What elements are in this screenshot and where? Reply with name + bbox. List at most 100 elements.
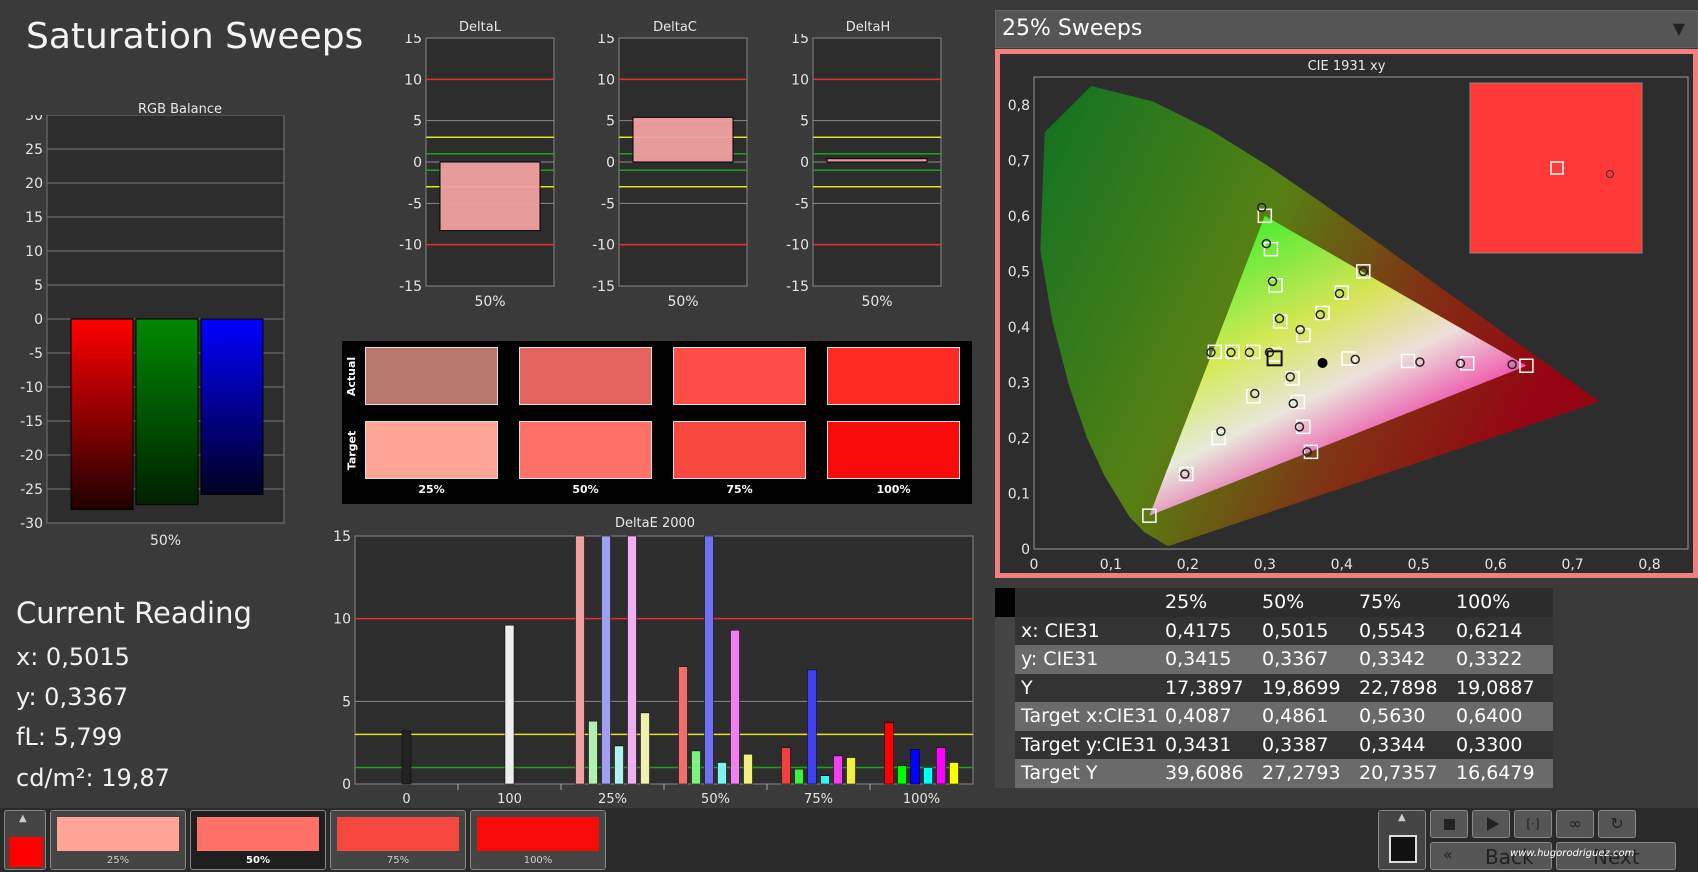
x-tick-label: 0,8: [1638, 557, 1660, 573]
y-tick-label: 10: [597, 72, 615, 88]
y-tick-label: -5: [408, 196, 422, 212]
sweep-dropdown[interactable]: 25% Sweeps ▼: [995, 10, 1698, 48]
x-tick-label: 50%: [861, 294, 892, 310]
y-tick-label: -10: [592, 238, 615, 254]
row-marker: [995, 730, 1015, 759]
table-cell: 0,3342: [1359, 648, 1426, 671]
infinity-icon: ∞: [1568, 814, 1582, 833]
delta-bar: [439, 161, 541, 232]
x-tick-label: 50%: [667, 294, 698, 310]
table-cell: 0,3300: [1456, 733, 1523, 756]
table-body: x: CIE31 0,4175 0,5015 0,5543 0,6214 y: CIE31…: [995, 616, 1553, 788]
actual-swatch: [673, 347, 806, 405]
thumbnail-swatch: [477, 817, 599, 851]
watermark: www.hugorodriguez.com: [1510, 848, 1635, 859]
y-tick-label: 0: [342, 777, 351, 793]
chevron-up-icon: ▲: [19, 813, 27, 824]
table-cell: 0,5015: [1262, 619, 1329, 642]
deltae-bar: [627, 535, 637, 785]
refresh-icon: ↻: [1610, 814, 1624, 833]
y-tick-label: 0,7: [1008, 153, 1030, 169]
y-tick-label: 0: [413, 155, 422, 171]
deltae-bar: [884, 722, 894, 785]
y-tick-label: -5: [601, 196, 615, 212]
stop-button[interactable]: [1430, 810, 1468, 838]
rgb-bar: [135, 318, 199, 506]
table-header: 75%: [1359, 591, 1402, 614]
table-cell: 0,5543: [1359, 619, 1426, 642]
thumbnail-label: 50%: [246, 855, 270, 866]
table-row: y: CIE31 0,3415 0,3367 0,3342 0,3322: [995, 645, 1553, 674]
deltae-bar: [640, 712, 650, 785]
y-tick-label: -5: [795, 196, 809, 212]
cie-frame: CIE 1931 xy 0 0,1 0,2 0,3 0,4 0,5 0,6 0,7 0,8 0 0,…: [995, 49, 1698, 578]
deltae-bar: [794, 768, 804, 785]
deltae-bar: [717, 762, 727, 785]
y-tick-label: 15: [597, 34, 615, 47]
y-tick-label: -10: [399, 238, 422, 254]
y-tick-label: 0,8: [1008, 98, 1030, 114]
y-tick-label: 15: [25, 210, 43, 226]
chevron-up-icon: ▲: [1398, 812, 1406, 823]
y-tick-label: 0: [606, 155, 615, 171]
swatch-panel: Actual Target 25% 50% 75% 100%: [342, 341, 972, 504]
table-cell: 17,3897: [1165, 676, 1244, 699]
deltae-bar: [678, 666, 688, 785]
table-row: Y 17,3897 19,8699 22,7898 19,0887: [995, 673, 1553, 702]
y-tick-label: -5: [29, 346, 43, 362]
thumbnail-swatch: [57, 817, 179, 851]
plot-area: [354, 535, 974, 785]
row-label: x: CIE31: [1021, 619, 1100, 642]
y-tick-label: -15: [20, 414, 43, 430]
x-tick-label: 0,5: [1408, 557, 1430, 573]
loop-button[interactable]: ∞: [1556, 810, 1594, 838]
thumbnail-swatch: [197, 817, 319, 851]
zoom-inset: [1469, 82, 1643, 254]
sweep-thumbnail[interactable]: 25%: [50, 810, 186, 870]
y-tick-label: -15: [592, 279, 615, 295]
table-cell: 0,3367: [1262, 648, 1329, 671]
actual-label-box: Actual: [342, 341, 362, 411]
table-header: 25%: [1165, 591, 1208, 614]
x-tick-label: 100%: [903, 792, 940, 807]
y-tick-label: 0,3: [1008, 375, 1030, 391]
y-tick-label: 25: [25, 142, 43, 158]
play-button[interactable]: [1472, 810, 1510, 838]
y-tick-label: 30: [25, 115, 43, 124]
data-table: 25% 50% 75% 100% x: CIE31 0,4175 0,5015 0,5…: [995, 588, 1553, 788]
sweep-thumbnail[interactable]: 50%: [190, 810, 326, 870]
table-cell: 0,3344: [1359, 733, 1426, 756]
step-button[interactable]: [·]: [1514, 810, 1552, 838]
x-tick-label: 50%: [150, 533, 181, 549]
color-picker-button[interactable]: ▲: [4, 810, 46, 870]
table-cell: 19,8699: [1262, 676, 1341, 699]
y-tick-label: 10: [333, 612, 351, 628]
y-tick-label: 10: [791, 72, 809, 88]
x-tick-label: 0: [402, 792, 410, 807]
delta-l-chart: 15 10 5 0 -5 -10 -15 50%: [399, 34, 555, 310]
delta-c-title: DeltaC: [653, 20, 697, 35]
sweep-thumbnail[interactable]: 100%: [470, 810, 606, 870]
swatch-label: 25%: [418, 483, 445, 496]
refresh-button[interactable]: ↻: [1598, 810, 1636, 838]
y-tick-label: 5: [800, 114, 809, 130]
y-tick-label: 20: [25, 176, 43, 192]
target-swatch: [827, 421, 960, 479]
deltae-bar: [614, 745, 624, 785]
stop-large-button[interactable]: ▲: [1378, 810, 1426, 870]
x-tick-label: 50%: [474, 294, 505, 310]
table-cell: 19,0887: [1456, 676, 1535, 699]
delta-h-title: DeltaH: [845, 20, 891, 35]
table-cell: 0,3387: [1262, 733, 1329, 756]
deltae-bar: [820, 775, 830, 785]
y-tick-label: -15: [786, 279, 809, 295]
x-tick-label: 0,3: [1254, 557, 1276, 573]
x-tick-label: 0,1: [1100, 557, 1122, 573]
deltae-bar: [704, 535, 714, 785]
table-cell: 39,6086: [1165, 762, 1244, 785]
sweep-thumbnail[interactable]: 75%: [330, 810, 466, 870]
target-swatch: [365, 421, 498, 479]
x-tick-label: 0: [1030, 557, 1039, 573]
current-color-swatch: [9, 837, 43, 867]
thumbnail-label: 25%: [106, 855, 130, 866]
